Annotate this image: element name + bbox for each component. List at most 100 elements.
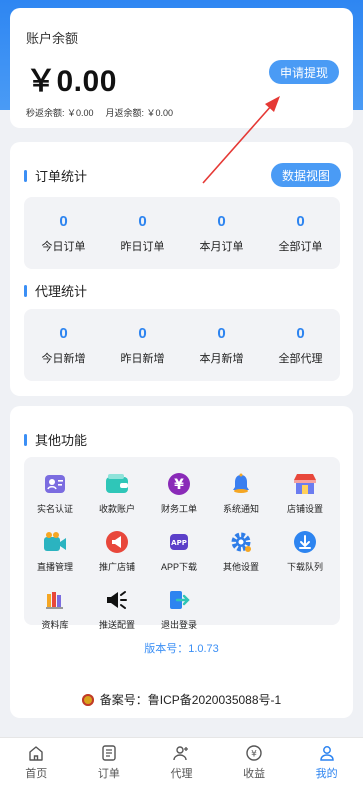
tab-mine[interactable]: 我的 bbox=[290, 738, 363, 785]
order-stats-title: 订单统计 bbox=[24, 166, 87, 185]
video-camera-icon bbox=[42, 529, 68, 555]
svg-text:¥: ¥ bbox=[174, 477, 184, 493]
stat-value: 0 bbox=[59, 213, 68, 230]
func-payment-account[interactable]: 收款账户 bbox=[86, 471, 148, 515]
stat-label: 今日订单 bbox=[41, 241, 86, 253]
func-label: 下载队列 bbox=[286, 562, 323, 572]
agent-stats-label: 代理统计 bbox=[35, 284, 88, 299]
balance-card: 账户余额 ￥0.00 申请提现 秒返余额: ￥0.00 月返余额: ￥0.00 bbox=[10, 8, 353, 128]
func-push-config[interactable]: 推送配置 bbox=[86, 587, 148, 631]
func-id-verify[interactable]: 实名认证 bbox=[24, 471, 86, 515]
function-grid: 实名认证 收款账户 ¥ 财务工单 系统通知 店铺设置 直播管理 推广店铺 APP… bbox=[24, 457, 340, 630]
stat-label: 本月订单 bbox=[199, 241, 244, 253]
agent-stats-box: 0 今日新增 0 昨日新增 0 本月新增 0 全部代理 bbox=[24, 309, 340, 381]
stat-label: 全部订单 bbox=[278, 241, 323, 253]
order-stats-label: 订单统计 bbox=[35, 169, 88, 184]
section-bar bbox=[24, 433, 27, 446]
books-icon bbox=[42, 587, 68, 613]
stat-all-agents[interactable]: 0 全部代理 bbox=[261, 309, 340, 381]
other-functions-card: 其他功能 实名认证 收款账户 ¥ 财务工单 系统通知 店铺设置 直播管理 推广店… bbox=[10, 406, 353, 718]
balance-amount: ￥0.00 bbox=[26, 65, 117, 98]
func-app-download[interactable]: APP APP下载 bbox=[148, 529, 210, 573]
stat-month-orders[interactable]: 0 本月订单 bbox=[182, 197, 261, 269]
func-library[interactable]: 资料库 bbox=[24, 587, 86, 631]
stat-label: 今日新增 bbox=[41, 353, 86, 365]
yen-icon: ¥ bbox=[166, 471, 192, 497]
section-bar bbox=[24, 169, 27, 182]
stat-label: 本月新增 bbox=[199, 353, 244, 365]
agent-stats-title: 代理统计 bbox=[24, 281, 87, 300]
icp-record[interactable]: 备案号：鲁ICP备2020035088号-1 bbox=[10, 691, 353, 708]
func-label: 收款账户 bbox=[98, 504, 135, 514]
stat-value: 0 bbox=[217, 325, 226, 342]
tab-label: 首页 bbox=[25, 768, 48, 780]
stat-today-orders[interactable]: 0 今日订单 bbox=[24, 197, 103, 269]
second-rebate-balance: 秒返余额: ￥0.00 bbox=[26, 108, 94, 118]
stat-all-orders[interactable]: 0 全部订单 bbox=[261, 197, 340, 269]
tab-label: 我的 bbox=[315, 768, 338, 780]
earnings-icon: ¥ bbox=[246, 745, 262, 761]
stat-yesterday-orders[interactable]: 0 昨日订单 bbox=[103, 197, 182, 269]
other-functions-title: 其他功能 bbox=[24, 430, 87, 449]
stat-value: 0 bbox=[138, 213, 147, 230]
agent-icon bbox=[173, 746, 189, 761]
month-rebate-balance: 月返余额: ￥0.00 bbox=[105, 108, 174, 118]
wallet-icon bbox=[104, 471, 130, 497]
func-promote-store[interactable]: 推广店铺 bbox=[86, 529, 148, 573]
func-other-settings[interactable]: 其他设置 bbox=[210, 529, 272, 573]
func-label: 实名认证 bbox=[36, 504, 73, 514]
download-icon bbox=[292, 529, 318, 555]
other-functions-label: 其他功能 bbox=[35, 433, 88, 448]
func-label: 店铺设置 bbox=[286, 504, 323, 514]
stat-value: 0 bbox=[217, 213, 226, 230]
stat-today-agents[interactable]: 0 今日新增 bbox=[24, 309, 103, 381]
tab-label: 代理 bbox=[170, 768, 193, 780]
stat-value: 0 bbox=[296, 213, 305, 230]
func-finance-ticket[interactable]: ¥ 财务工单 bbox=[148, 471, 210, 515]
gear-icon bbox=[228, 529, 254, 555]
withdraw-button[interactable]: 申请提现 bbox=[269, 60, 339, 84]
tab-label: 订单 bbox=[97, 768, 120, 780]
stat-label: 昨日新增 bbox=[120, 353, 165, 365]
app-icon: APP bbox=[166, 529, 192, 555]
stat-value: 0 bbox=[138, 325, 147, 342]
section-bar bbox=[24, 284, 27, 297]
func-label: 财务工单 bbox=[160, 504, 197, 514]
svg-text:¥: ¥ bbox=[251, 750, 257, 760]
logout-icon bbox=[166, 587, 192, 613]
tab-earnings[interactable]: ¥ 收益 bbox=[218, 738, 291, 785]
stat-month-agents[interactable]: 0 本月新增 bbox=[182, 309, 261, 381]
func-label: 退出登录 bbox=[160, 620, 197, 630]
func-logout[interactable]: 退出登录 bbox=[148, 587, 210, 631]
func-label: 其他设置 bbox=[222, 562, 259, 572]
police-emblem-icon bbox=[81, 693, 94, 706]
balance-title: 账户余额 bbox=[26, 31, 79, 46]
stat-value: 0 bbox=[59, 325, 68, 342]
func-label: 资料库 bbox=[41, 620, 69, 630]
user-icon bbox=[319, 746, 334, 761]
speaker-icon bbox=[104, 587, 130, 613]
sub-balance-row: 秒返余额: ￥0.00 月返余额: ￥0.00 bbox=[26, 106, 173, 119]
id-card-icon bbox=[42, 471, 68, 497]
stat-label: 全部代理 bbox=[278, 353, 323, 365]
order-icon bbox=[102, 745, 116, 761]
func-label: 系统通知 bbox=[222, 504, 259, 514]
func-label: 直播管理 bbox=[36, 562, 73, 572]
func-label: 推广店铺 bbox=[98, 562, 135, 572]
icp-text: 备案号：鲁ICP备2020035088号-1 bbox=[99, 693, 282, 707]
stat-yesterday-agents[interactable]: 0 昨日新增 bbox=[103, 309, 182, 381]
order-stats-box: 0 今日订单 0 昨日订单 0 本月订单 0 全部订单 bbox=[24, 197, 340, 269]
func-label: 推送配置 bbox=[98, 620, 135, 630]
func-system-notice[interactable]: 系统通知 bbox=[210, 471, 272, 515]
func-download-queue[interactable]: 下载队列 bbox=[274, 529, 336, 573]
data-view-button[interactable]: 数据视图 bbox=[271, 163, 341, 187]
svg-text:APP: APP bbox=[171, 539, 187, 547]
tab-agents[interactable]: 代理 bbox=[145, 738, 218, 785]
tab-home[interactable]: 首页 bbox=[0, 738, 73, 785]
bell-icon bbox=[228, 471, 254, 497]
func-live-manage[interactable]: 直播管理 bbox=[24, 529, 86, 573]
bottom-tabbar: 首页 订单 代理 ¥ 收益 我的 bbox=[0, 737, 363, 785]
func-store-settings[interactable]: 店铺设置 bbox=[274, 471, 336, 515]
version-text: 版本号：1.0.73 bbox=[144, 643, 219, 655]
tab-orders[interactable]: 订单 bbox=[73, 738, 146, 785]
